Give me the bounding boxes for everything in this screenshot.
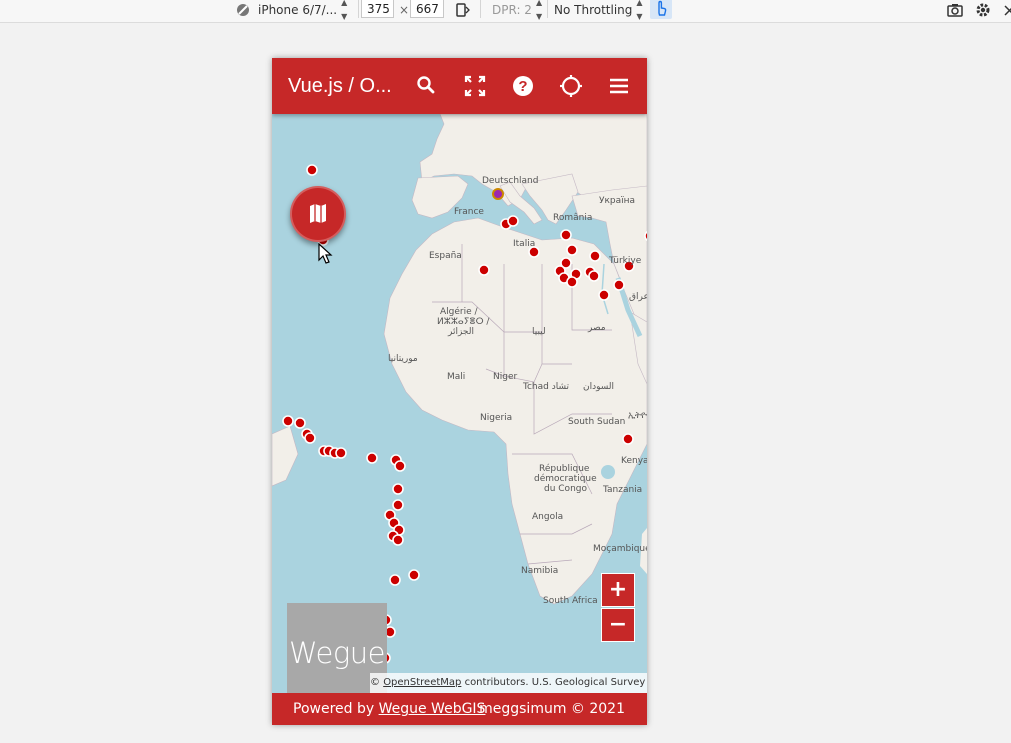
label-mocambique: Moçambique	[593, 544, 647, 554]
label-ethiopia: ኢትዮ	[628, 411, 647, 421]
label-rdc-2: démocratique	[534, 474, 597, 484]
label-south-africa: South Africa	[543, 596, 598, 606]
no-throttle-icon	[236, 0, 250, 20]
search-icon[interactable]	[412, 72, 440, 100]
menu-icon[interactable]	[605, 72, 633, 100]
label-romania: România	[553, 213, 593, 223]
footer-copyright: meggsimum © 2021	[479, 701, 625, 717]
zoom-in-button[interactable]: +	[601, 573, 635, 607]
powered-by-label: Powered by	[293, 701, 379, 717]
label-rdc-1: République	[539, 464, 590, 474]
label-tchad: Tchad تشاد	[523, 382, 570, 392]
throttling-label: No Throttling	[554, 3, 633, 17]
svg-text:?: ?	[518, 78, 527, 95]
label-tanzania: Tanzania	[603, 485, 643, 495]
label-iraq: عراق	[629, 292, 647, 302]
osm-link[interactable]: OpenStreetMap	[383, 677, 461, 688]
label-libya: ليبيا	[532, 327, 546, 337]
dpr-select[interactable]: DPR: 2 ▲ ▼	[492, 0, 542, 21]
label-south-sudan: South Sudan	[568, 417, 626, 427]
fullscreen-icon[interactable]	[461, 72, 489, 100]
dpr-label: DPR: 2	[492, 3, 532, 17]
app-toolbar: Vue.js / O... ?	[272, 58, 647, 114]
attribution-prefix: ©	[370, 677, 384, 688]
settings-icon[interactable]	[974, 0, 992, 20]
app-footer: Powered by Wegue WebGIS meggsimum © 2021	[272, 693, 647, 725]
device-select[interactable]: iPhone 6/7/... ▲ ▼	[258, 0, 347, 21]
phone-viewport: Vue.js / O... ? Deutschland France Român…	[272, 58, 647, 725]
map-icon	[310, 204, 326, 223]
label-mauritania: موريتانيا	[388, 354, 418, 364]
label-rdc-3: du Congo	[544, 484, 587, 494]
close-icon[interactable]	[1004, 0, 1011, 20]
label-algerie-3: الجزائر	[448, 327, 474, 337]
device-select-label: iPhone 6/7/...	[258, 3, 338, 17]
label-angola: Angola	[532, 512, 564, 522]
label-mali: Mali	[447, 372, 466, 382]
label-algerie-2: ⵍⵣⵣⴰⵢⴻⵔ /	[437, 317, 490, 327]
geolocate-icon[interactable]	[557, 72, 585, 100]
label-france: France	[454, 207, 484, 217]
dimension-separator: ×	[399, 3, 410, 17]
rotate-icon[interactable]	[454, 0, 470, 20]
label-niger: Niger	[493, 372, 518, 382]
zoom-out-button[interactable]: −	[601, 608, 635, 642]
label-ukraine: Україна	[599, 196, 636, 206]
label-sudan: السودان	[583, 382, 615, 392]
map-attribution: © OpenStreetMap contributors. U.S. Geolo…	[370, 673, 647, 693]
mouse-cursor	[318, 243, 333, 264]
camera-icon[interactable]	[946, 0, 964, 20]
touch-toggle-button[interactable]	[650, 0, 672, 19]
label-espana: España	[429, 251, 462, 261]
footer-powered-by: Powered by Wegue WebGIS	[293, 693, 485, 725]
label-italia: Italia	[513, 239, 536, 249]
label-namibia: Namibia	[521, 566, 559, 576]
height-input[interactable]: 667	[410, 0, 444, 18]
devtools-toolbar: iPhone 6/7/... ▲ ▼ 375 × 667 DPR: 2 ▲ ▼ No T…	[0, 0, 1011, 23]
label-turkiye: Türkiye	[609, 256, 642, 266]
label-deutschland: Deutschland	[482, 176, 539, 186]
help-icon[interactable]: ?	[509, 72, 537, 100]
throttling-select[interactable]: No Throttling ▲ ▼	[554, 0, 643, 21]
app-title: Vue.js / O...	[288, 75, 392, 97]
wegue-webgis-link[interactable]: Wegue WebGIS	[379, 701, 486, 717]
touch-icon	[658, 0, 667, 16]
label-algerie-1: Algérie /	[440, 307, 478, 317]
width-input[interactable]: 375	[361, 0, 394, 18]
label-kenya: Kenya	[621, 456, 647, 466]
label-misr: مصر	[588, 323, 606, 333]
layer-list-button[interactable]	[290, 186, 346, 242]
label-nigeria: Nigeria	[480, 413, 513, 423]
attribution-suffix: contributors. U.S. Geological Survey	[461, 677, 646, 688]
